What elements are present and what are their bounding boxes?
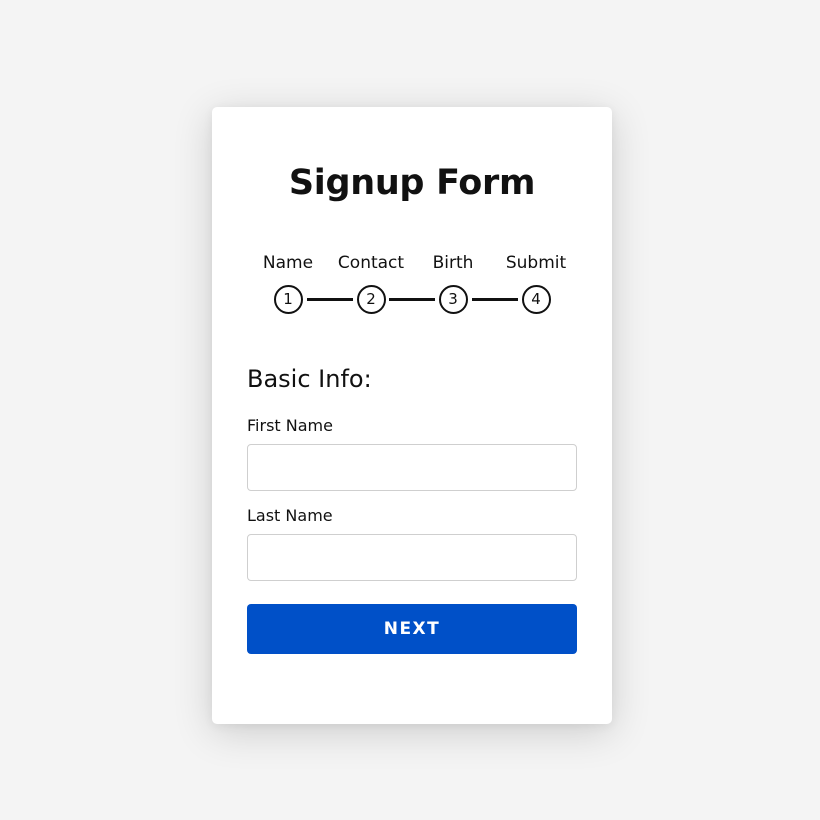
next-button[interactable]: NEXT <box>247 604 577 654</box>
form-title: Signup Form <box>288 163 536 203</box>
step-label-birth: Birth <box>432 253 474 273</box>
step-label-contact: Contact <box>337 253 405 273</box>
step-circle-2: 2 <box>356 285 386 314</box>
step-label-submit: Submit <box>505 253 567 273</box>
step-circle-1: 1 <box>273 285 303 314</box>
step-circle-3: 3 <box>438 285 468 314</box>
signup-card: Signup Form Name Contact Birth Submit 1 … <box>212 107 612 724</box>
step-connector <box>472 297 518 301</box>
step-connector <box>389 297 435 301</box>
step-circle-4: 4 <box>521 285 551 314</box>
step-label-name: Name <box>262 253 314 273</box>
section-heading: Basic Info: <box>247 365 372 393</box>
last-name-input[interactable] <box>247 534 577 581</box>
last-name-label: Last Name <box>247 506 333 525</box>
progress-steps: Name Contact Birth Submit 1 2 3 4 <box>246 251 578 321</box>
first-name-input[interactable] <box>247 444 577 491</box>
first-name-label: First Name <box>247 416 333 435</box>
step-connector <box>307 297 353 301</box>
